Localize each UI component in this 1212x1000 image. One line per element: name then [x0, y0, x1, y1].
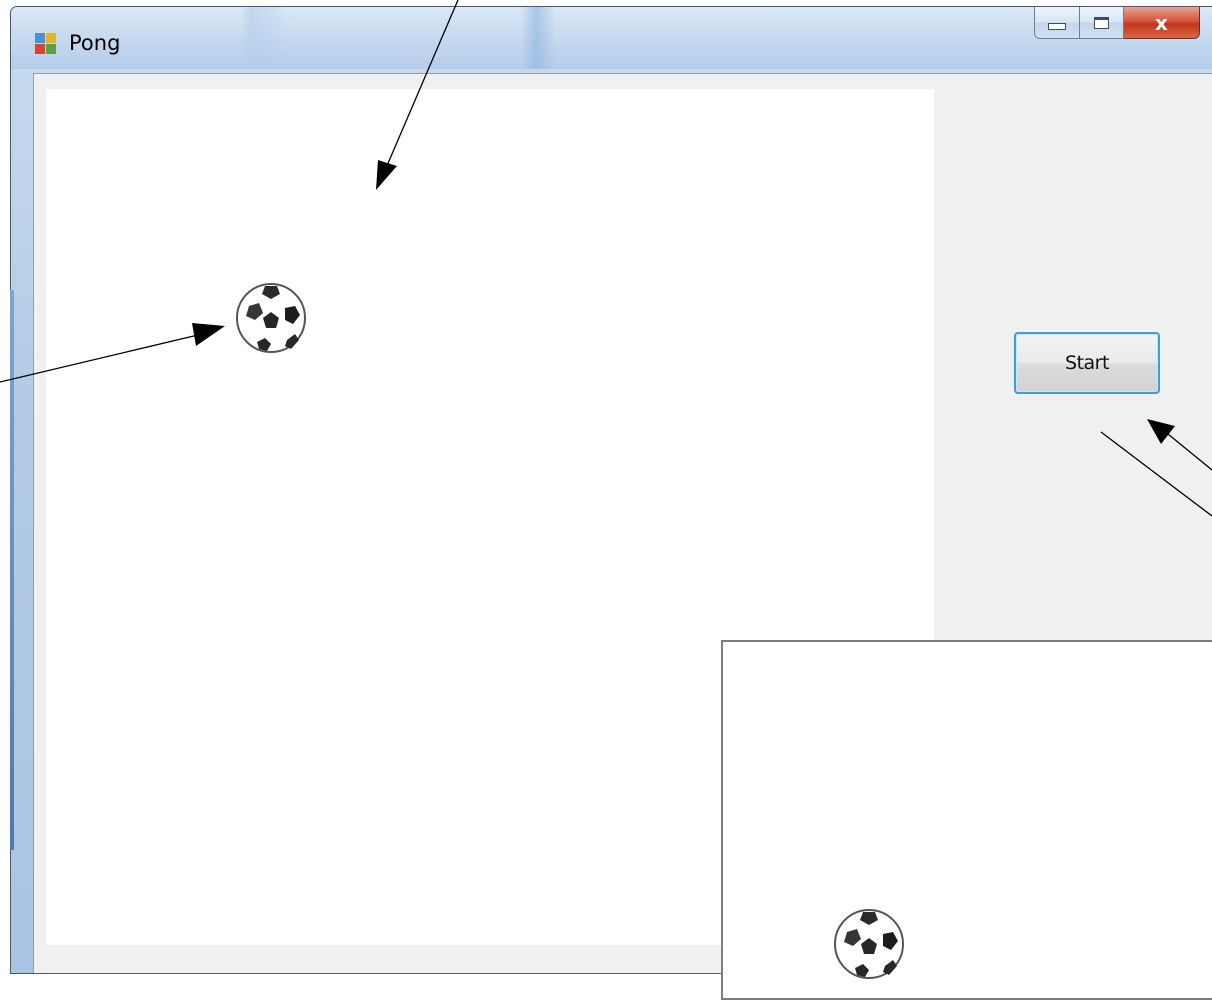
app-icon[interactable] — [35, 33, 57, 55]
close-icon: x — [1155, 10, 1168, 35]
inset-screenshot — [721, 640, 1212, 1000]
title-bar[interactable]: Pong x — [11, 7, 1212, 69]
soccer-ball-icon — [236, 283, 306, 353]
window-left-edge — [10, 290, 14, 850]
window-title: Pong — [69, 31, 121, 55]
soccer-ball-icon — [834, 909, 904, 979]
maximize-button[interactable] — [1080, 7, 1124, 39]
minimize-button[interactable] — [1034, 7, 1080, 39]
close-button[interactable]: x — [1124, 7, 1200, 39]
maximize-icon — [1094, 16, 1109, 29]
minimize-icon — [1048, 23, 1066, 30]
start-button[interactable]: Start — [1014, 332, 1160, 394]
caption-buttons: x — [1034, 7, 1200, 41]
